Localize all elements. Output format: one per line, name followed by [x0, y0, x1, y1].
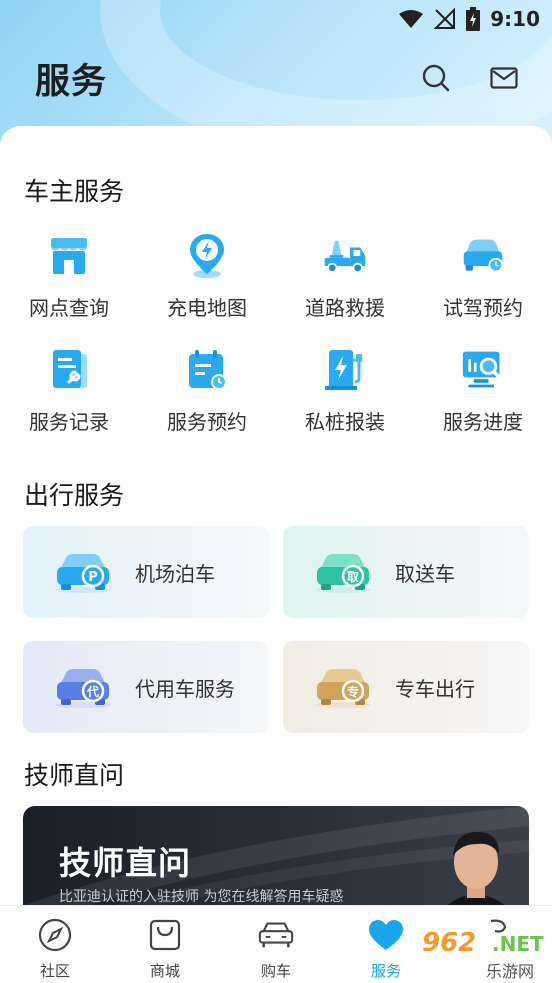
search-button[interactable]: [420, 62, 452, 94]
compass-icon: [36, 916, 74, 954]
banner-subtitle: 比亚迪认证的入驻技师 为您在线解答用车疑惑: [59, 889, 344, 905]
travel-tile-label: 取送车: [395, 562, 455, 586]
shopping-bag-icon: [146, 916, 184, 954]
watermark-number: 962: [422, 928, 477, 958]
tab-label: 社区: [39, 962, 70, 980]
store-icon: [47, 234, 91, 278]
page-title: 服务: [35, 61, 108, 102]
content-card: 车主服务 网点查询 充电地图 道路救援 试驾预约 服务记录 服务预约 私桩报装 …: [0, 126, 552, 906]
tab-label: 商城: [149, 962, 180, 980]
service-label: 网点查询: [29, 296, 109, 320]
message-button[interactable]: [488, 62, 520, 94]
watermark-net: .NET: [492, 932, 544, 956]
tab-label: 购车: [260, 962, 291, 980]
monitor-search-icon: [461, 348, 505, 392]
section-title-technician: 技师直问: [24, 761, 125, 790]
service-label: 道路救援: [305, 296, 385, 320]
service-label: 服务进度: [443, 410, 523, 434]
battery-charging-icon: [466, 7, 481, 31]
section-title-owner-services: 车主服务: [24, 177, 125, 206]
tow-truck-icon: [323, 234, 367, 278]
status-bar: 9:10: [0, 0, 552, 38]
wifi-icon: [398, 9, 424, 29]
service-label: 私桩报装: [305, 410, 385, 434]
tab-buy-car[interactable]: 购车: [221, 906, 331, 983]
travel-tile-airport-parking[interactable]: P 机场泊车: [23, 526, 269, 618]
car-icon: [257, 916, 295, 954]
car-pickup-icon: 取: [315, 554, 371, 593]
travel-tile-private-car[interactable]: 专 专车出行: [283, 641, 529, 733]
no-signal-icon: [434, 8, 456, 30]
charging-pin-icon: [185, 234, 229, 278]
travel-tile-label: 代用车服务: [135, 677, 235, 701]
car-parking-icon: P: [55, 554, 111, 593]
car-substitute-icon: 代: [55, 669, 111, 708]
tab-community[interactable]: 社区: [0, 906, 110, 983]
service-label: 试驾预约: [443, 296, 523, 320]
page-header: 服务: [0, 50, 552, 106]
service-item-road-rescue[interactable]: 道路救援: [276, 230, 414, 330]
mail-icon: [490, 67, 518, 89]
svg-text:专: 专: [347, 684, 359, 699]
svg-text:取: 取: [347, 570, 359, 584]
travel-tile-substitute-car[interactable]: 代 代用车服务: [23, 641, 269, 733]
service-item-service-booking[interactable]: 服务预约: [138, 344, 276, 444]
search-icon: [422, 64, 450, 92]
banner-title: 技师直问: [59, 844, 192, 882]
service-label: 服务记录: [29, 410, 109, 434]
tab-mall[interactable]: 商城: [110, 906, 220, 983]
heart-icon: [367, 916, 405, 954]
service-item-private-charger-install[interactable]: 私桩报装: [276, 344, 414, 444]
travel-tile-label: 专车出行: [395, 677, 475, 701]
watermark-text: 乐游网: [486, 962, 535, 981]
svg-text:P: P: [88, 570, 98, 585]
service-item-service-records[interactable]: 服务记录: [0, 344, 138, 444]
tab-label: 服务: [370, 962, 401, 980]
service-item-service-progress[interactable]: 服务进度: [414, 344, 552, 444]
svg-text:代: 代: [86, 684, 99, 699]
car-clock-icon: [461, 234, 505, 278]
service-item-outlet-search[interactable]: 网点查询: [0, 230, 138, 330]
wrench-document-icon: [47, 348, 91, 392]
travel-tile-label: 机场泊车: [135, 562, 215, 586]
car-private-icon: 专: [315, 669, 371, 708]
section-title-travel-services: 出行服务: [24, 481, 125, 510]
charger-pile-icon: [323, 348, 367, 392]
status-time: 9:10: [490, 7, 540, 31]
travel-tile-pickup-delivery[interactable]: 取 取送车: [283, 526, 529, 618]
calendar-clock-icon: [185, 348, 229, 392]
service-item-test-drive[interactable]: 试驾预约: [414, 230, 552, 330]
service-label: 充电地图: [167, 296, 247, 320]
service-label: 服务预约: [167, 410, 247, 434]
watermark-logo: 962 .NET 乐游网: [414, 928, 550, 981]
service-item-charging-map[interactable]: 充电地图: [138, 230, 276, 330]
